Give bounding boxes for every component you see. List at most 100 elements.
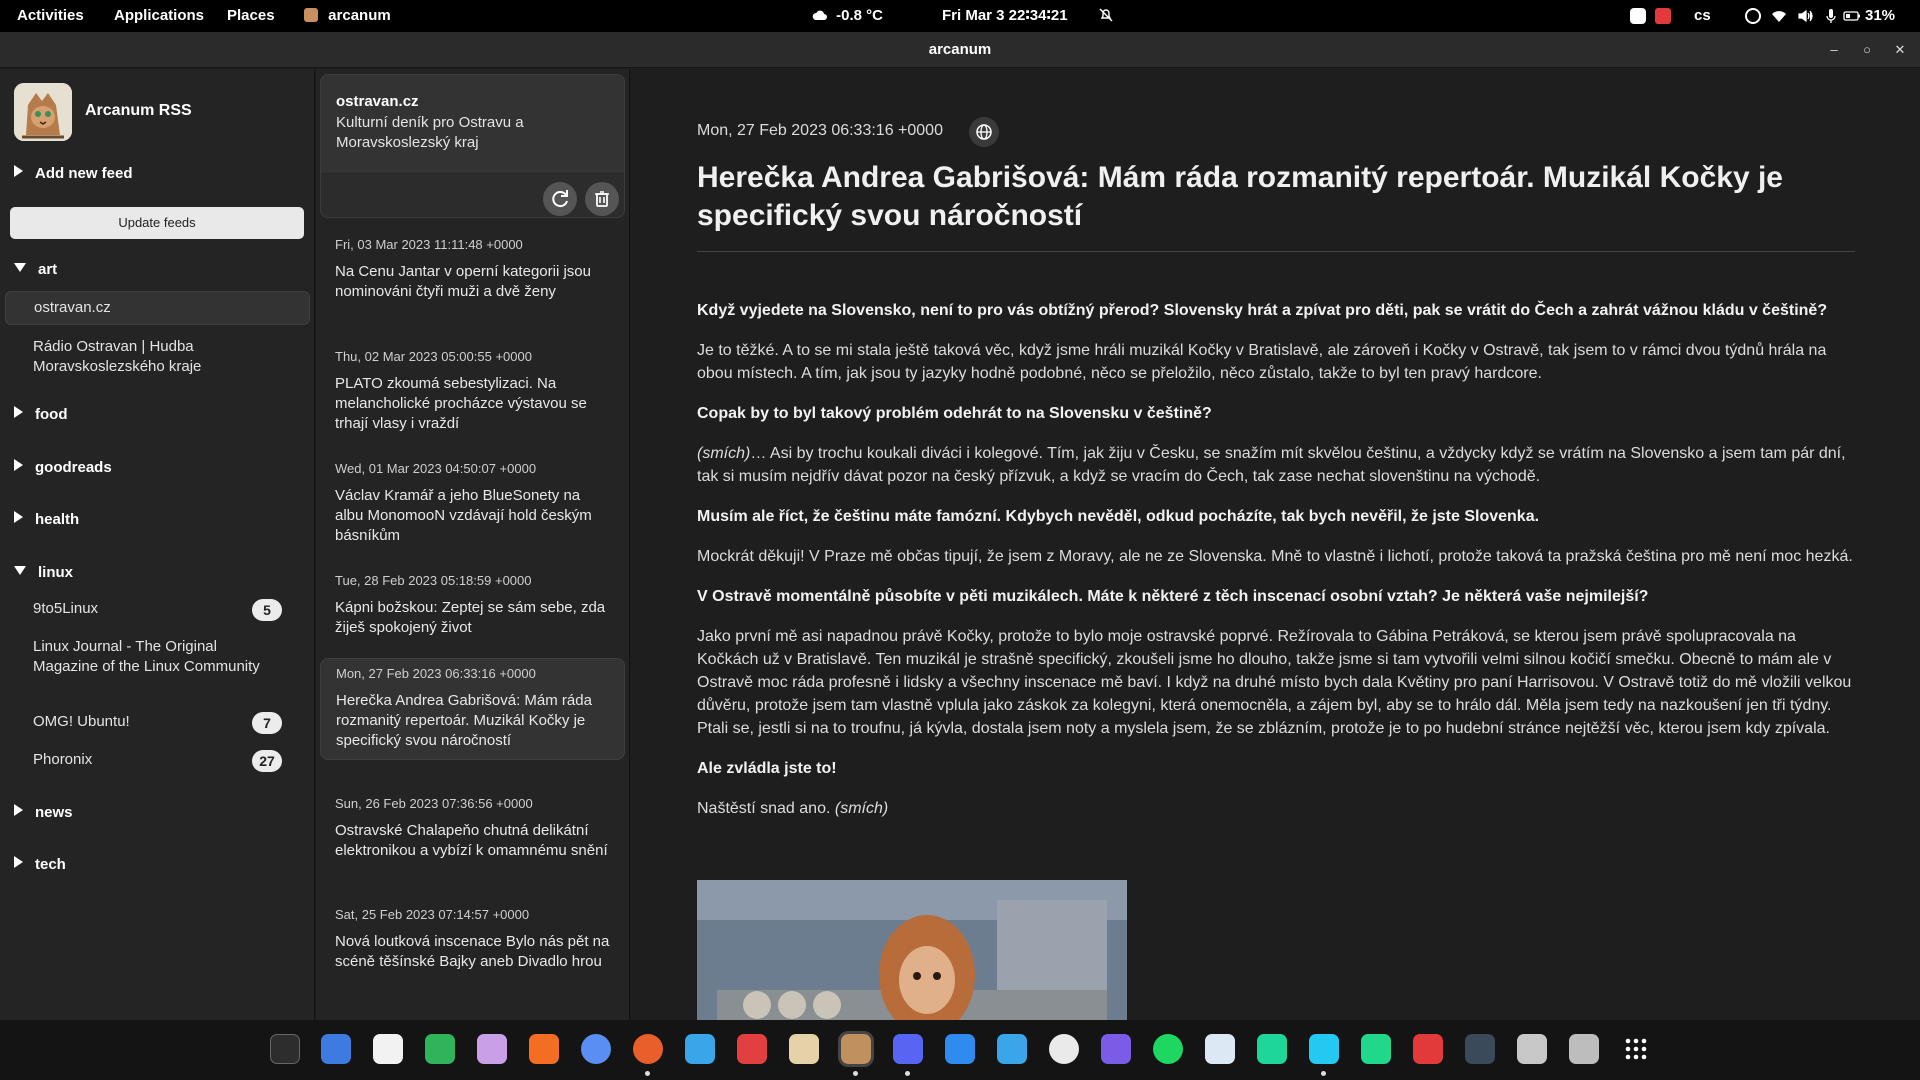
maximize-icon[interactable]: ○ (1858, 41, 1876, 59)
divider (697, 251, 1855, 252)
volume-icon[interactable] (1797, 8, 1813, 24)
brave-browser-icon[interactable] (529, 1034, 559, 1064)
webstorm-icon[interactable] (1309, 1034, 1339, 1064)
zeal-icon[interactable] (425, 1034, 455, 1064)
settings-wheel-icon[interactable] (1049, 1034, 1079, 1064)
clion-icon[interactable] (1257, 1034, 1287, 1064)
weather-temp: -0.8 °C (836, 7, 884, 24)
obsidian-icon[interactable] (477, 1034, 507, 1064)
battery-icon[interactable] (1843, 8, 1861, 24)
terminal-icon[interactable] (270, 1034, 300, 1064)
discord-icon[interactable] (893, 1034, 923, 1064)
night-light-icon[interactable] (1745, 8, 1761, 24)
chromium-icon[interactable] (581, 1034, 611, 1064)
category-art[interactable]: art (14, 261, 57, 278)
article-list-item[interactable]: Wed, 01 Mar 2023 04:50:07 +0000 Václav K… (320, 461, 625, 546)
kde-connect-icon[interactable] (1205, 1034, 1235, 1064)
category-label: goodreads (35, 459, 112, 476)
qbittorrent-icon[interactable] (997, 1034, 1027, 1064)
window-titlebar[interactable]: arcanum – ○ ✕ (0, 32, 1920, 68)
article-image (697, 880, 1127, 1020)
running-indicator (905, 1071, 910, 1076)
article-title: Kápni božskou: Zeptej se sám sebe, zda ž… (335, 599, 606, 636)
weather-indicator[interactable]: -0.8 °C (812, 0, 883, 32)
clock[interactable]: Fri Mar 3 22∶34∶21 (942, 0, 1068, 32)
close-icon[interactable]: ✕ (1891, 41, 1909, 59)
category-food[interactable]: food (14, 406, 67, 423)
collapse-arrow-icon (14, 263, 26, 272)
running-indicator (853, 1071, 858, 1076)
open-in-browser-button[interactable] (969, 117, 999, 147)
signal-icon[interactable] (945, 1034, 975, 1064)
feed-item-ostravan[interactable]: ostravan.cz (5, 291, 310, 325)
pycharm-icon[interactable] (1361, 1034, 1391, 1064)
swiss-knife-icon[interactable] (1413, 1034, 1443, 1064)
arcanum-dock-icon[interactable] (838, 1031, 874, 1067)
article-list-item[interactable]: Tue, 28 Feb 2023 05:18:59 +0000 Kápni bo… (320, 573, 625, 638)
feed-item-omg-ubuntu[interactable]: OMG! Ubuntu! 7 (5, 706, 310, 738)
feed-card-actions (321, 174, 624, 217)
minimize-icon[interactable]: – (1825, 41, 1843, 59)
feed-item-9to5linux[interactable]: 9to5Linux 5 (5, 593, 310, 625)
category-label: linux (38, 564, 74, 581)
article-date: Sat, 25 Feb 2023 07:14:57 +0000 (335, 907, 530, 922)
focused-app-label: arcanum (328, 7, 391, 24)
vscodium-icon[interactable] (1465, 1034, 1495, 1064)
applications-menu[interactable]: Applications (114, 0, 204, 32)
spotify-icon[interactable] (1153, 1034, 1183, 1064)
laugh-note: (smích) (834, 800, 889, 817)
article-list-item[interactable]: Sun, 26 Feb 2023 07:36:56 +0000 Ostravsk… (320, 796, 625, 861)
proton-vpn-icon[interactable] (1101, 1034, 1131, 1064)
feed-item-linux-journal[interactable]: Linux Journal - The Original Magazine of… (5, 631, 310, 683)
article-list-item-selected[interactable]: Mon, 27 Feb 2023 06:33:16 +0000 Herečka … (320, 658, 625, 760)
focused-app-menu[interactable]: arcanum (304, 0, 391, 32)
category-label: news (35, 804, 73, 821)
places-menu[interactable]: Places (227, 0, 275, 32)
notifications-muted-icon[interactable] (1099, 0, 1113, 32)
microphone-icon[interactable] (1823, 8, 1839, 24)
running-indicator (645, 1071, 650, 1076)
unread-badge: 5 (252, 599, 282, 621)
keyboard-layout[interactable]: cs (1694, 0, 1711, 32)
presentation-app-icon[interactable] (737, 1034, 767, 1064)
delete-feed-button[interactable] (585, 182, 619, 216)
feed-item-radio-ostravan[interactable]: Rádio Ostravan | Hudba Moravskoslezského… (5, 331, 310, 383)
interview-answer: (smích)… Asi by trochu koukali diváci i … (697, 442, 1857, 488)
article-list-item[interactable]: Sat, 25 Feb 2023 07:14:57 +0000 Nová lou… (320, 907, 625, 972)
activities-button[interactable]: Activities (17, 0, 84, 32)
trash-icon[interactable] (1569, 1034, 1599, 1064)
avatar-app-icon[interactable] (789, 1034, 819, 1064)
vmware-icon[interactable] (1517, 1034, 1547, 1064)
firefox-icon[interactable] (633, 1034, 663, 1064)
category-tech[interactable]: tech (14, 856, 66, 873)
tray-app-icon[interactable] (1655, 8, 1671, 24)
interview-question: Copak by to byl takový problém odehrát t… (697, 405, 1212, 422)
wifi-icon[interactable] (1771, 8, 1787, 24)
article-published-date: Mon, 27 Feb 2023 06:33:16 +0000 (697, 122, 943, 139)
article-title: Ostravské Chalapeňo chutná delikátní ele… (335, 822, 608, 859)
article-date: Sun, 26 Feb 2023 07:36:56 +0000 (335, 796, 533, 811)
interview-answer: Je to těžké. A to se mi stala ještě tako… (697, 342, 1827, 382)
article-date: Tue, 28 Feb 2023 05:18:59 +0000 (335, 573, 532, 588)
feed-card-description: Kulturní deník pro Ostravu a Moravskosle… (336, 114, 524, 151)
refresh-feed-button[interactable] (543, 182, 577, 216)
category-goodreads[interactable]: goodreads (14, 459, 112, 476)
battery-percent: 31% (1865, 7, 1896, 24)
discord-tray-icon[interactable] (1630, 8, 1646, 24)
notion-icon[interactable] (373, 1034, 403, 1064)
add-feed-expander[interactable]: Add new feed (14, 165, 133, 182)
trash-icon (595, 191, 609, 207)
file-manager-icon[interactable] (321, 1034, 351, 1064)
feed-label: OMG! Ubuntu! (33, 713, 130, 730)
thunderbird-icon[interactable] (685, 1034, 715, 1064)
article-list-item[interactable]: Fri, 03 Mar 2023 11:11:48 +0000 Na Cenu … (320, 237, 625, 302)
update-feeds-button[interactable]: Update feeds (10, 207, 304, 239)
article-view[interactable]: Mon, 27 Feb 2023 06:33:16 +0000 Herečka … (631, 69, 1920, 1020)
category-health[interactable]: health (14, 511, 79, 528)
feed-item-phoronix[interactable]: Phoronix 27 (5, 744, 310, 776)
article-body: Když vyjedete na Slovensko, není to pro … (697, 299, 1857, 837)
article-list-item[interactable]: Thu, 02 Mar 2023 05:00:55 +0000 PLATO zk… (320, 349, 625, 434)
category-news[interactable]: news (14, 804, 73, 821)
show-apps-icon[interactable] (1621, 1034, 1651, 1064)
category-linux[interactable]: linux (14, 564, 73, 581)
